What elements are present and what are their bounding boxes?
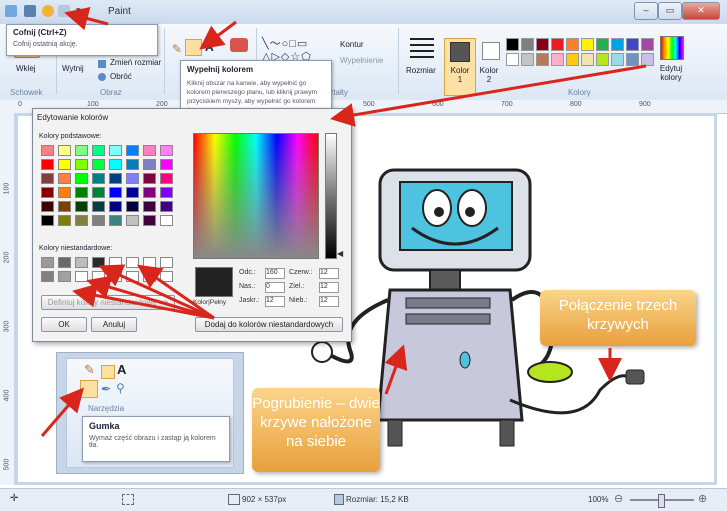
image-dimensions: 902 × 537px (242, 495, 287, 504)
selection-size-icon (122, 494, 134, 505)
cursor-position-icon: ✛ (10, 493, 19, 504)
zoom-level: 100% (588, 495, 609, 504)
annotation-arrows (40, 6, 647, 437)
file-size: Rozmiar: 15,2 KB (346, 495, 409, 504)
zoom-in-button[interactable]: ⊕ (698, 492, 707, 505)
file-size-icon (334, 494, 344, 505)
zoom-out-button[interactable]: ⊖ (614, 492, 623, 505)
image-size-icon (228, 494, 240, 505)
status-bar: ✛ 902 × 537px Rozmiar: 15,2 KB 100% ⊖ ⊕ (0, 488, 727, 511)
zoom-slider-handle[interactable] (658, 494, 665, 508)
